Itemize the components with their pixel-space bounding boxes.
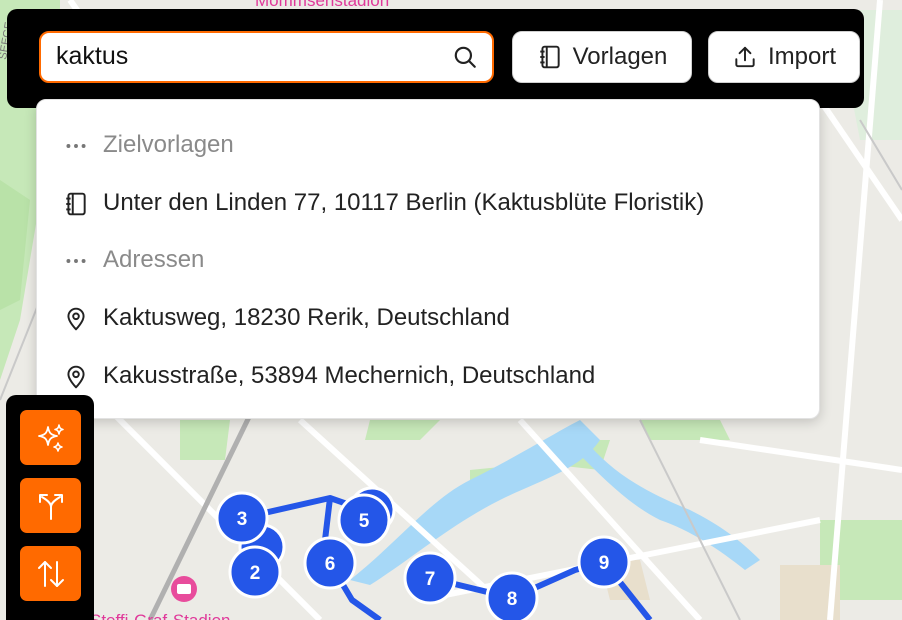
route-stop-marker[interactable]: 8 xyxy=(485,571,539,620)
stop-label: 3 xyxy=(237,509,248,530)
import-button[interactable]: Import xyxy=(708,31,860,83)
map-pin-icon xyxy=(67,307,85,331)
notebook-icon xyxy=(66,192,86,216)
sparkles-icon xyxy=(37,423,64,452)
addresses-section-header: Adressen xyxy=(37,240,821,280)
more-dots-icon xyxy=(66,259,86,263)
stop-label: 2 xyxy=(250,563,261,584)
templates-button[interactable]: Vorlagen xyxy=(512,31,692,83)
suggestion-label: Unter den Linden 77, 10117 Berlin (Kaktu… xyxy=(103,189,705,216)
stop-label: 5 xyxy=(359,511,370,532)
import-button-label: Import xyxy=(767,43,836,70)
templates-button-label: Vorlagen xyxy=(572,43,668,70)
upload-icon xyxy=(735,46,755,68)
map-label-bottom: Steffi-Graf-Stadion xyxy=(90,611,230,620)
split-route-button[interactable] xyxy=(20,478,81,533)
more-dots-icon xyxy=(66,144,86,148)
search-box[interactable] xyxy=(39,31,494,83)
stadium-poi-icon xyxy=(171,576,197,602)
suggestion-label: Kakusstraße, 53894 Mechernich, Deutschla… xyxy=(103,362,596,389)
stop-label: 9 xyxy=(599,553,610,574)
suggestion-label: Kaktusweg, 18230 Rerik, Deutschland xyxy=(103,304,510,331)
split-route-icon xyxy=(38,493,63,520)
route-stop-marker[interactable]: 9 xyxy=(577,535,631,589)
route-stop-marker[interactable]: 6 xyxy=(303,536,357,590)
notebook-icon xyxy=(539,45,560,69)
suggestion-item-address[interactable]: Kaktusweg, 18230 Rerik, Deutschland xyxy=(37,298,821,338)
route-stop-marker[interactable]: 2 xyxy=(228,545,282,599)
stop-label: 6 xyxy=(325,554,336,575)
map-pin-icon xyxy=(67,365,85,389)
swap-vertical-icon xyxy=(37,560,64,587)
optimize-button[interactable] xyxy=(20,410,81,465)
search-icon[interactable] xyxy=(452,44,478,70)
templates-section-header: Zielvorlagen xyxy=(37,125,821,165)
swap-direction-button[interactable] xyxy=(20,546,81,601)
section-header-label: Zielvorlagen xyxy=(103,131,234,158)
tool-sidebar xyxy=(6,395,94,620)
search-suggestions-dropdown: Zielvorlagen Unter den Linden 77, 10117 … xyxy=(36,99,820,419)
route-stop-marker[interactable]: 7 xyxy=(403,551,457,605)
route-stop-marker[interactable]: 3 xyxy=(215,491,269,545)
suggestion-item-template[interactable]: Unter den Linden 77, 10117 Berlin (Kaktu… xyxy=(37,183,821,223)
stop-label: 7 xyxy=(425,569,436,590)
search-input[interactable] xyxy=(56,33,436,80)
stop-label: 8 xyxy=(507,589,518,610)
suggestion-item-address[interactable]: Kakusstraße, 53894 Mechernich, Deutschla… xyxy=(37,356,821,396)
section-header-label: Adressen xyxy=(103,246,205,273)
